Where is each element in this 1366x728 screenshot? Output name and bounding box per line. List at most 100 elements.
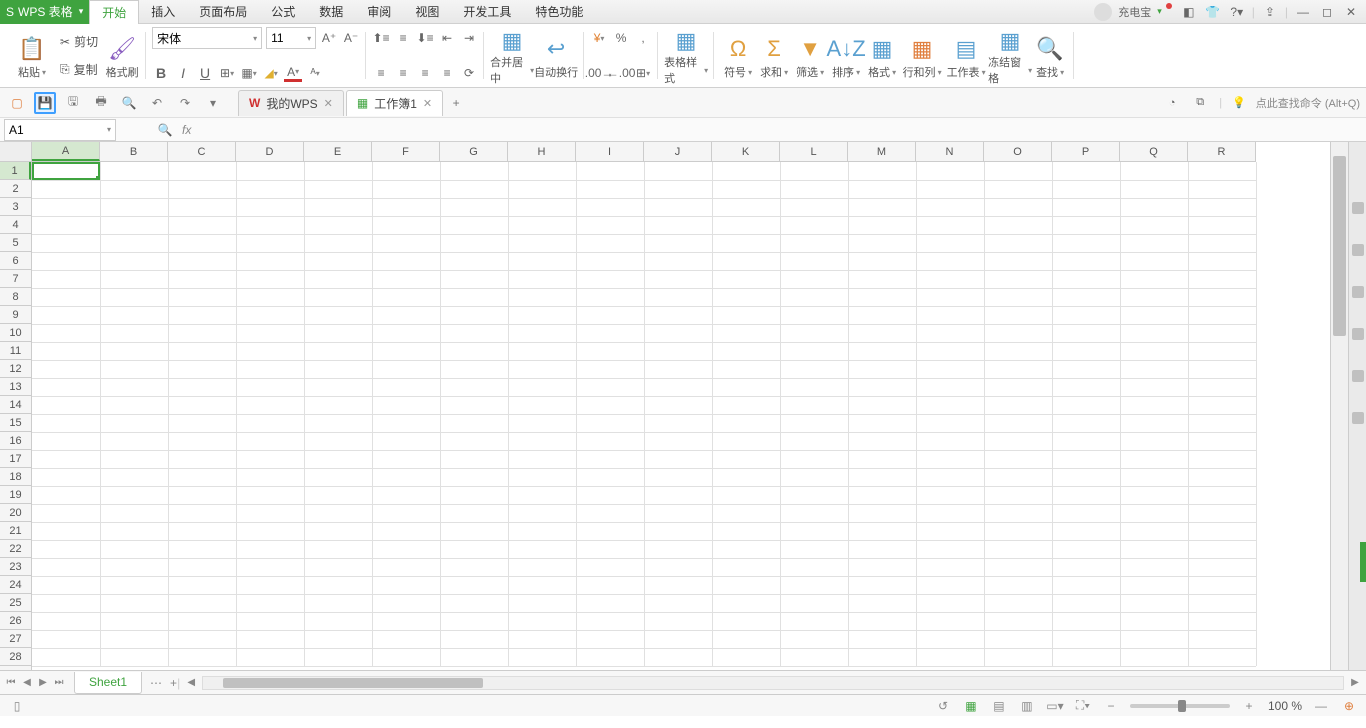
column-header[interactable]: H — [508, 142, 576, 161]
row-header[interactable]: 8 — [0, 288, 31, 306]
column-header[interactable]: O — [984, 142, 1052, 161]
row-header[interactable]: 10 — [0, 324, 31, 342]
row-header[interactable]: 24 — [0, 576, 31, 594]
menu-view[interactable]: 视图 — [403, 0, 451, 24]
format-painter-button[interactable]: 🖌 格式刷 — [104, 28, 140, 86]
sheet-prev-icon[interactable]: ◀ — [20, 675, 34, 691]
column-header[interactable]: K — [712, 142, 780, 161]
app-dropdown-icon[interactable]: ▾ — [79, 6, 84, 17]
user-avatar[interactable] — [1094, 3, 1112, 21]
row-header[interactable]: 4 — [0, 216, 31, 234]
menu-insert[interactable]: 插入 — [139, 0, 187, 24]
zoom-in-icon[interactable]: + — [1240, 698, 1258, 714]
vscroll-thumb[interactable] — [1333, 156, 1346, 336]
zoom-level[interactable]: 100 % — [1268, 699, 1302, 713]
menu-review[interactable]: 审阅 — [355, 0, 403, 24]
fullscreen-icon[interactable]: ⛶▾ — [1074, 698, 1092, 714]
row-header[interactable]: 20 — [0, 504, 31, 522]
column-header[interactable]: L — [780, 142, 848, 161]
font-family-select[interactable]: 宋体▾ — [152, 27, 262, 49]
bold-button[interactable]: B — [152, 64, 170, 82]
row-header[interactable]: 17 — [0, 450, 31, 468]
align-center-icon[interactable]: ≡ — [394, 64, 412, 82]
column-header[interactable]: R — [1188, 142, 1256, 161]
fx-search-icon[interactable]: 🔍 — [156, 121, 174, 139]
row-header[interactable]: 12 — [0, 360, 31, 378]
column-header[interactable]: N — [916, 142, 984, 161]
fx-label[interactable]: fx — [182, 123, 191, 137]
share-icon[interactable]: ⧉ — [1191, 94, 1209, 112]
indent-increase-icon[interactable]: ⇥ — [460, 29, 478, 47]
orientation-icon[interactable]: ⟳ — [460, 64, 478, 82]
hscroll-thumb[interactable] — [223, 678, 483, 688]
align-right-icon[interactable]: ≡ — [416, 64, 434, 82]
merge-center-button[interactable]: ▦ 合并居中▾ — [490, 28, 534, 86]
side-panel-item[interactable] — [1352, 202, 1364, 214]
column-header[interactable]: Q — [1120, 142, 1188, 161]
vertical-scrollbar[interactable] — [1330, 142, 1348, 670]
align-bottom-icon[interactable]: ⬇≡ — [416, 29, 434, 47]
row-header[interactable]: 22 — [0, 540, 31, 558]
column-header[interactable]: E — [304, 142, 372, 161]
font-size-select[interactable]: 11▾ — [266, 27, 316, 49]
new-file-icon[interactable]: ▢ — [6, 92, 28, 114]
menu-data[interactable]: 数据 — [307, 0, 355, 24]
redo-icon[interactable]: ↷ — [174, 92, 196, 114]
increase-font-icon[interactable]: A⁺ — [320, 29, 338, 47]
sheet-first-icon[interactable]: ⏮ — [4, 675, 18, 691]
upload-icon[interactable]: ⇪ — [1261, 3, 1279, 21]
row-header[interactable]: 23 — [0, 558, 31, 576]
cloud-icon[interactable]: ◔ — [1163, 94, 1181, 112]
worksheet-button[interactable]: ▤工作表▾ — [944, 28, 988, 86]
app-badge[interactable]: S WPS 表格 ▾ — [0, 0, 89, 24]
user-dropdown-icon[interactable]: ▾ — [1157, 6, 1162, 17]
menu-features[interactable]: 特色功能 — [523, 0, 595, 24]
menu-home[interactable]: 开始 — [89, 0, 139, 24]
doc-tab-workbook1[interactable]: ▦ 工作簿1 ✕ — [346, 90, 443, 116]
freeze-button[interactable]: ▦冻结窗格▾ — [988, 28, 1032, 86]
column-header[interactable]: B — [100, 142, 168, 161]
column-header[interactable]: I — [576, 142, 644, 161]
column-header[interactable]: F — [372, 142, 440, 161]
side-panel-item[interactable] — [1352, 412, 1364, 424]
filter-button[interactable]: ▼筛选▾ — [792, 28, 828, 86]
page-break-view-icon[interactable]: ▥ — [1018, 698, 1036, 714]
menu-dev-tools[interactable]: 开发工具 — [451, 0, 523, 24]
normal-view-icon[interactable]: ▦ — [962, 698, 980, 714]
select-all-corner[interactable] — [0, 142, 32, 162]
row-header[interactable]: 28 — [0, 648, 31, 666]
status-plus-icon[interactable]: ⊕ — [1340, 698, 1358, 714]
indent-decrease-icon[interactable]: ⇤ — [438, 29, 456, 47]
hscroll-right-icon[interactable]: ▶ — [1348, 675, 1362, 691]
side-panel-item[interactable] — [1352, 286, 1364, 298]
history-icon[interactable]: ↺ — [934, 698, 952, 714]
qat-more-icon[interactable]: ▾ — [202, 92, 224, 114]
sheet-last-icon[interactable]: ⏭ — [52, 675, 66, 691]
row-header[interactable]: 27 — [0, 630, 31, 648]
menu-page-layout[interactable]: 页面布局 — [187, 0, 259, 24]
comma-icon[interactable]: , — [634, 29, 652, 47]
shirt-icon[interactable]: 👕 — [1204, 3, 1222, 21]
row-header[interactable]: 11 — [0, 342, 31, 360]
skin-icon[interactable]: ◧ — [1180, 3, 1198, 21]
row-col-button[interactable]: ▦行和列▾ — [900, 28, 944, 86]
symbol-button[interactable]: Ω符号▾ — [720, 28, 756, 86]
sheet-more-icon[interactable]: ⋯ — [150, 676, 162, 690]
find-button[interactable]: 🔍查找▾ — [1032, 28, 1068, 86]
zoom-handle[interactable] — [1178, 700, 1186, 712]
sum-button[interactable]: Σ求和▾ — [756, 28, 792, 86]
column-header[interactable]: C — [168, 142, 236, 161]
table-style-button[interactable]: ▦ 表格样式▾ — [664, 28, 708, 86]
row-header[interactable]: 1 — [0, 162, 31, 180]
decrease-font-icon[interactable]: A⁻ — [342, 29, 360, 47]
hscroll-left-icon[interactable]: ◀ — [184, 675, 198, 691]
save-as-icon[interactable]: 🖫 — [62, 92, 84, 114]
sheet-next-icon[interactable]: ▶ — [36, 675, 50, 691]
column-header[interactable]: J — [644, 142, 712, 161]
row-header[interactable]: 14 — [0, 396, 31, 414]
align-left-icon[interactable]: ≡ — [372, 64, 390, 82]
print-preview-icon[interactable]: 🔍 — [118, 92, 140, 114]
border-style-button[interactable]: ▦▾ — [240, 64, 258, 82]
add-sheet-icon[interactable]: + — [170, 676, 177, 690]
cut-button[interactable]: ✂剪切 — [58, 32, 100, 52]
